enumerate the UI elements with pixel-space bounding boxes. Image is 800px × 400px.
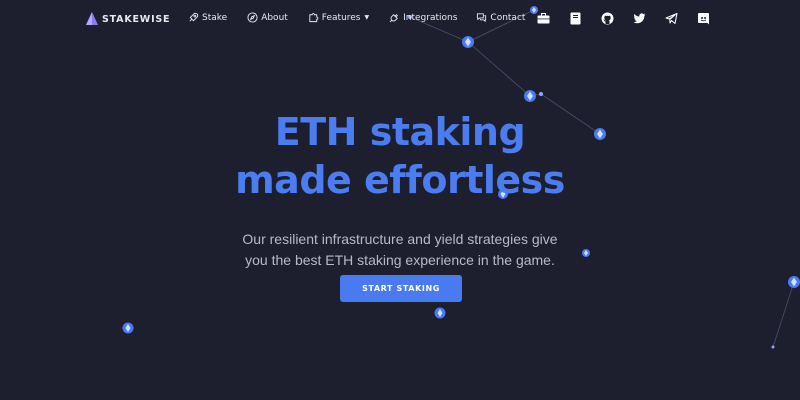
- nav-integrations[interactable]: Integrations: [389, 12, 457, 23]
- briefcase-link[interactable]: [536, 11, 550, 25]
- top-navbar: STAKEWISE Stake About Features ▼ Integra…: [0, 0, 800, 40]
- brand-logo[interactable]: STAKEWISE: [86, 12, 170, 26]
- nav-features[interactable]: Features ▼: [308, 12, 369, 23]
- briefcase-icon: [537, 12, 549, 23]
- eth-node-icon: [524, 90, 536, 102]
- brand-name: STAKEWISE: [102, 13, 171, 25]
- hero-title: ETH staking made effortless: [0, 108, 800, 204]
- start-staking-button[interactable]: START STAKING: [340, 275, 462, 302]
- stakewise-logo-icon: [86, 12, 98, 25]
- docs-link[interactable]: [568, 11, 582, 25]
- telegram-link[interactable]: [664, 11, 678, 25]
- nav-features-label: Features: [321, 12, 361, 23]
- hero-section: ETH staking made effortless Our resilien…: [0, 108, 800, 271]
- hero-subtitle-line1: Our resilient infrastructure and yield s…: [242, 231, 558, 247]
- telegram-icon: [665, 12, 677, 24]
- hero-subtitle-line2: you the best ETH staking experience in t…: [245, 252, 555, 268]
- nav-about[interactable]: About: [247, 12, 288, 23]
- nav-integrations-label: Integrations: [403, 12, 458, 23]
- main-nav: Stake About Features ▼ Integrations Cont…: [188, 12, 525, 23]
- eth-node-icon: [788, 276, 800, 288]
- twitter-icon: [632, 12, 645, 23]
- hero-title-line2: made effortless: [235, 158, 565, 202]
- compass-icon: [247, 12, 258, 23]
- social-links: [536, 11, 728, 25]
- nav-about-label: About: [261, 12, 288, 23]
- nav-stake-label: Stake: [202, 12, 228, 23]
- rocket-icon: [189, 12, 199, 22]
- discord-link[interactable]: [696, 11, 710, 25]
- node-dot: [539, 92, 543, 96]
- node-dot: [771, 345, 775, 349]
- hero-subtitle: Our resilient infrastructure and yield s…: [0, 229, 800, 271]
- eth-node-icon: [122, 322, 134, 334]
- chat-bubbles-icon: [477, 13, 487, 23]
- github-icon: [601, 12, 613, 24]
- nav-contact-label: Contact: [490, 12, 526, 23]
- nav-contact[interactable]: Contact: [476, 12, 525, 23]
- eth-node-icon: [434, 307, 446, 319]
- hero-title-line1: ETH staking: [274, 110, 526, 154]
- puzzle-icon: [309, 13, 319, 23]
- book-icon: [570, 12, 580, 24]
- plug-icon: [389, 13, 399, 23]
- github-link[interactable]: [600, 11, 614, 25]
- nav-stake[interactable]: Stake: [188, 12, 227, 23]
- chevron-down-icon: ▼: [364, 14, 370, 21]
- discord-icon: [697, 12, 709, 24]
- twitter-link[interactable]: [632, 11, 646, 25]
